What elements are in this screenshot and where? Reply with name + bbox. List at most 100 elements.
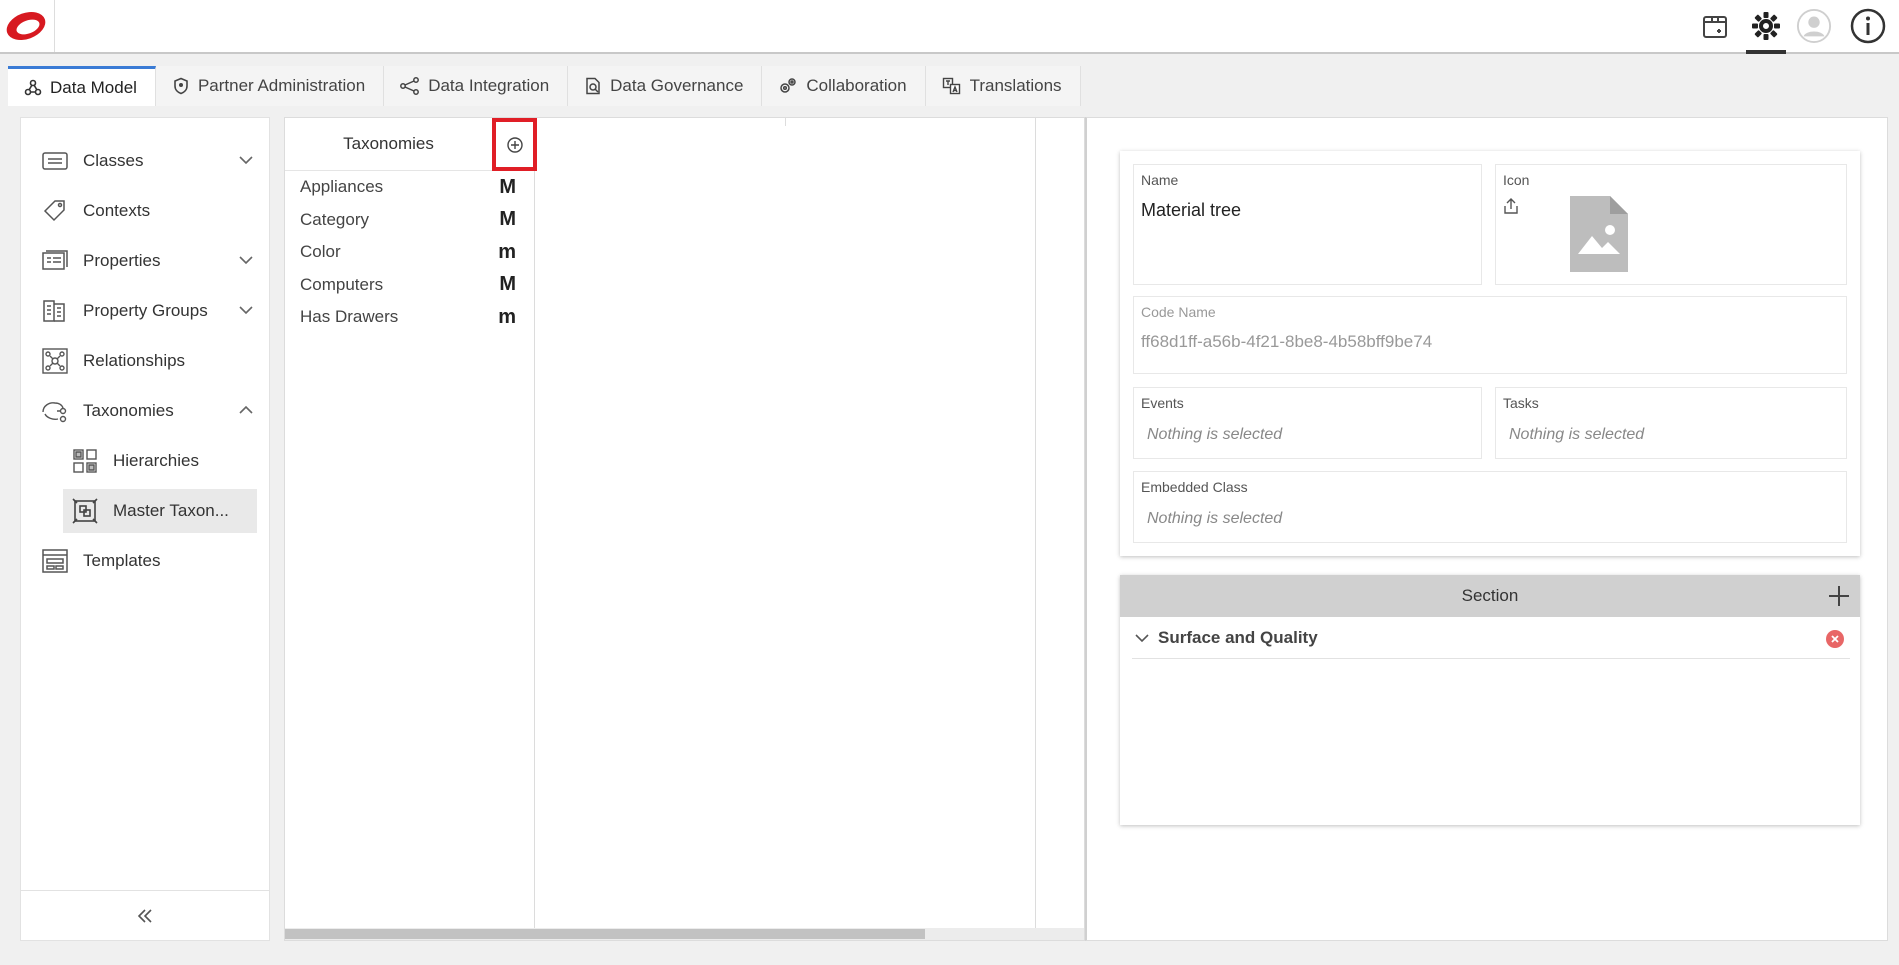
tab-translations[interactable]: Translations (925, 66, 1081, 106)
name-field[interactable]: Name Material tree (1133, 164, 1482, 285)
taxonomy-list-item[interactable]: Computers M (285, 269, 534, 302)
tab-data-model[interactable]: Data Model (8, 66, 156, 106)
sidebar-item-classes[interactable]: Classes (41, 139, 266, 183)
detail-panel: Name Material tree Icon Code Name ff68d1… (1085, 117, 1888, 941)
sidebar-item-hierarchies[interactable]: Hierarchies (63, 439, 257, 483)
user-avatar-icon[interactable] (1796, 8, 1832, 44)
taxonomy-item-badge: M (499, 273, 516, 296)
chevron-down-icon[interactable] (1134, 630, 1150, 646)
sidebar-item-templates[interactable]: Templates (41, 539, 266, 583)
tab-label: Partner Administration (197, 76, 366, 95)
sidebar-item-property-groups[interactable]: Property Groups (41, 289, 266, 333)
taxonomy-item-label: Has Drawers (300, 307, 399, 327)
collapse-sidebar-button[interactable] (21, 890, 269, 940)
tab-partner-administration[interactable]: Partner Administration (155, 66, 385, 106)
upload-icon[interactable] (1503, 197, 1519, 215)
taxonomy-list-item[interactable]: Appliances M (285, 171, 534, 204)
sidebar-item-label: Relationships (83, 351, 186, 370)
logo-divider (54, 0, 55, 52)
tab-data-integration[interactable]: Data Integration (384, 66, 569, 106)
tasks-placeholder: Nothing is selected (1509, 426, 1645, 443)
data-model-icon (24, 79, 42, 95)
horizontal-scrollbar[interactable] (285, 928, 1084, 940)
events-placeholder: Nothing is selected (1147, 426, 1283, 443)
scrollbar-thumb[interactable] (285, 929, 925, 939)
tab-label: Data Model (50, 77, 137, 97)
icon-label: Icon (1503, 172, 1530, 188)
chevron-down-icon[interactable] (238, 252, 254, 268)
sidebar-item-taxonomies[interactable]: Taxonomies (41, 389, 266, 433)
embedded-class-placeholder: Nothing is selected (1147, 510, 1283, 527)
tasks-field[interactable]: Tasks Nothing is selected (1495, 387, 1847, 459)
info-icon[interactable] (1850, 8, 1886, 44)
events-label: Events (1141, 395, 1184, 411)
tab-data-governance[interactable]: Data Governance (568, 66, 763, 106)
name-label: Name (1141, 172, 1179, 188)
double-chevron-left-icon (137, 908, 152, 923)
embedded-class-label: Embedded Class (1141, 479, 1248, 495)
sidebar-item-label: Taxonomies (83, 401, 174, 420)
section-row-label: Surface and Quality (1158, 627, 1318, 647)
gear-icon[interactable] (1748, 8, 1784, 44)
add-taxonomy-button[interactable] (492, 118, 537, 171)
tasks-label: Tasks (1503, 395, 1539, 411)
chevron-up-icon[interactable] (238, 402, 254, 418)
taxonomy-item-label: Color (300, 242, 341, 262)
section-title: Section (1461, 586, 1519, 605)
image-placeholder-icon[interactable] (1570, 196, 1628, 272)
translate-icon (942, 77, 960, 95)
relationships-icon (41, 347, 69, 375)
property-groups-icon (41, 297, 69, 325)
sidebar: Classes Contexts Properties Property Gro… (20, 117, 270, 941)
plus-icon[interactable] (1826, 583, 1852, 609)
shield-icon (174, 77, 188, 95)
code-name-field: Code Name ff68d1ff-a56b-4f21-8be8-4b58bf… (1133, 296, 1847, 374)
section-header: Section (1120, 575, 1860, 617)
taxonomy-item-label: Appliances (300, 177, 384, 197)
active-indicator (1746, 50, 1786, 54)
close-icon (1831, 635, 1839, 643)
sidebar-item-label: Templates (83, 551, 161, 570)
main-tabs: Data Model Partner Administration Data I… (8, 66, 1081, 106)
tab-label: Data Integration (428, 76, 550, 95)
embedded-class-field[interactable]: Embedded Class Nothing is selected (1133, 471, 1847, 543)
taxonomy-panel: Taxonomies Appliances M Category M Color m … (284, 117, 1085, 941)
templates-icon (41, 547, 69, 575)
section-card: Section Surface and Quality (1120, 575, 1860, 825)
name-value[interactable]: Material tree (1141, 200, 1241, 221)
sidebar-item-contexts[interactable]: Contexts (41, 189, 266, 233)
taxonomy-item-badge: M (499, 208, 516, 231)
brand-logo[interactable] (4, 6, 50, 46)
sidebar-item-label: Master Taxon... (113, 501, 229, 520)
tag-icon (41, 197, 69, 225)
sidebar-item-relationships[interactable]: Relationships (41, 339, 266, 383)
tab-label: Collaboration (806, 76, 907, 95)
taxonomy-list-item[interactable]: Has Drawers m (285, 301, 534, 334)
integration-icon (400, 77, 420, 95)
hierarchies-icon (71, 447, 99, 475)
tab-collaboration[interactable]: Collaboration (762, 66, 926, 106)
tab-label: Translations (969, 76, 1062, 95)
sidebar-item-label: Property Groups (83, 301, 208, 320)
code-name-label: Code Name (1141, 304, 1216, 320)
column-divider (1035, 118, 1036, 928)
sidebar-item-master-taxonomy[interactable]: Master Taxon... (63, 489, 257, 533)
taxonomies-icon (41, 397, 69, 425)
sidebar-item-label: Classes (83, 151, 144, 170)
chevron-down-icon[interactable] (238, 302, 254, 318)
taxonomy-item-label: Computers (300, 274, 384, 294)
section-row[interactable]: Surface and Quality (1132, 617, 1850, 659)
taxonomy-item-label: Category (300, 209, 369, 229)
chevron-down-icon[interactable] (238, 152, 254, 168)
taxonomy-list-item[interactable]: Color m (285, 236, 534, 269)
taxonomy-list-item[interactable]: Category M (285, 204, 534, 237)
package-icon[interactable] (1697, 8, 1733, 44)
icon-field: Icon (1495, 164, 1847, 285)
classes-icon (41, 147, 69, 175)
events-field[interactable]: Events Nothing is selected (1133, 387, 1482, 459)
master-taxonomy-icon (71, 497, 99, 525)
remove-section-button[interactable] (1826, 630, 1844, 648)
taxonomy-item-badge: m (498, 240, 516, 263)
properties-icon (41, 247, 69, 275)
sidebar-item-properties[interactable]: Properties (41, 239, 266, 283)
